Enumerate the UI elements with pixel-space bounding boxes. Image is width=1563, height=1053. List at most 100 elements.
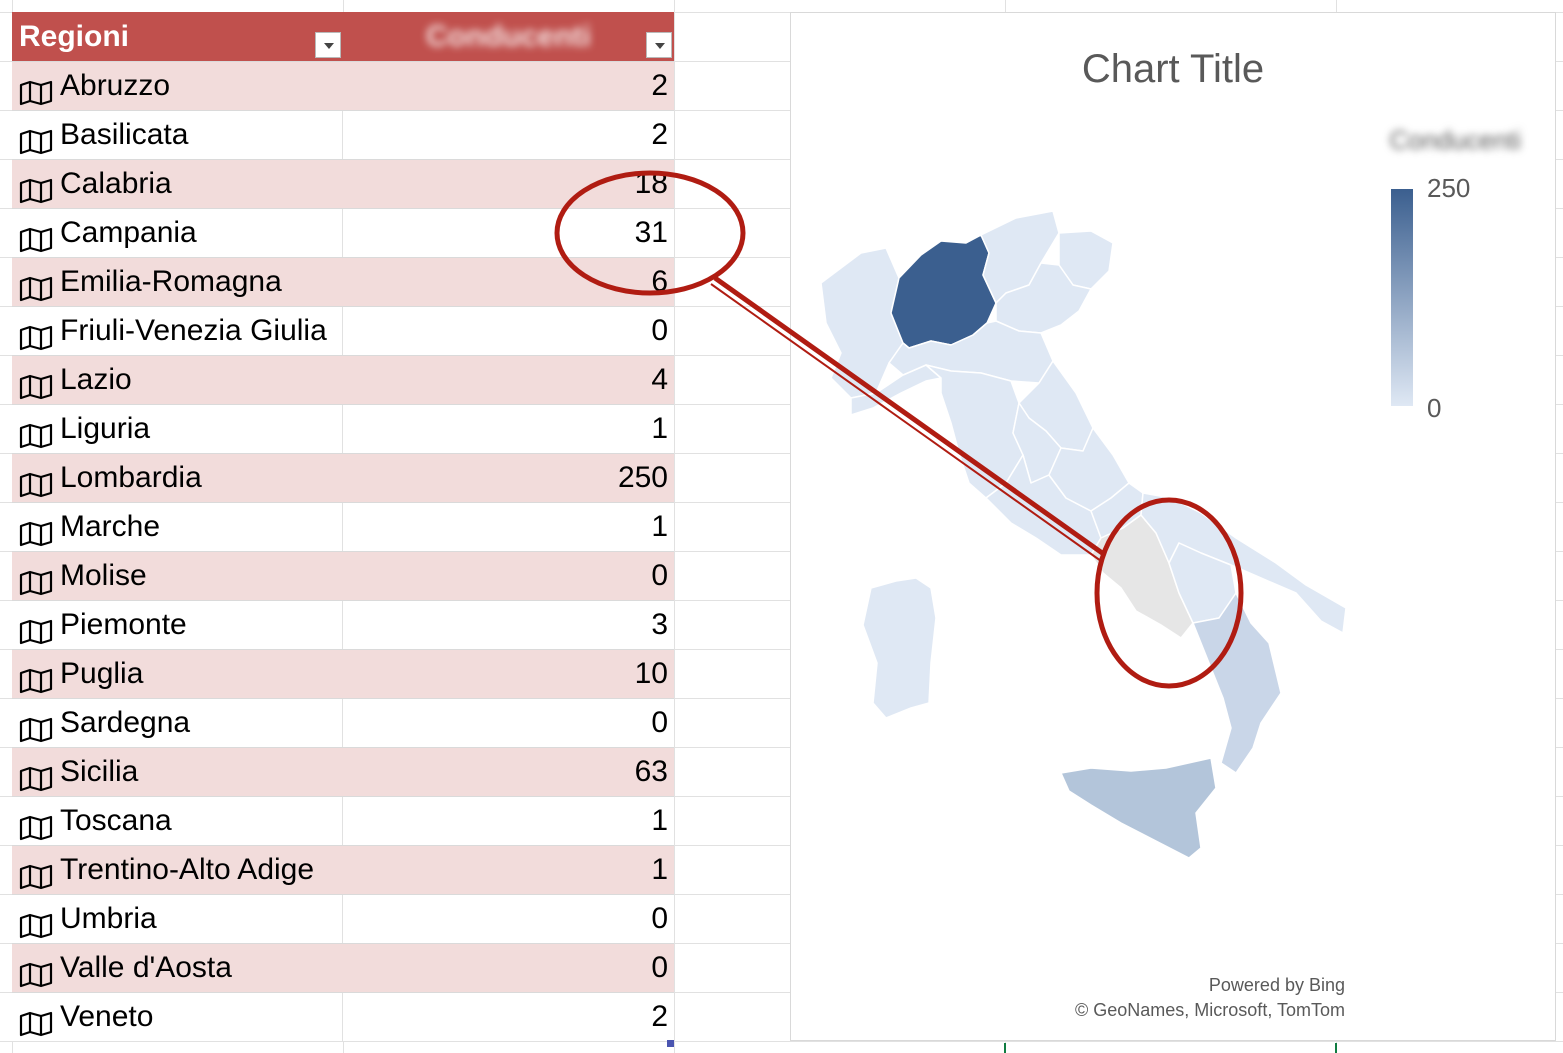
value-cell[interactable]: 10 xyxy=(343,650,674,698)
table-row[interactable]: Sardegna 0 xyxy=(12,698,674,747)
region-cell[interactable]: Toscana xyxy=(12,797,343,845)
value-cell[interactable]: 0 xyxy=(343,699,674,747)
region-cell[interactable]: Lombardia xyxy=(12,454,343,502)
region-cell[interactable]: Marche xyxy=(12,503,343,551)
region-cell[interactable]: Molise xyxy=(12,552,343,600)
region-cell[interactable]: Friuli-Venezia Giulia xyxy=(12,307,343,355)
value-cell[interactable]: 18 xyxy=(343,160,674,208)
table-row[interactable]: Trentino-Alto Adige 1 xyxy=(12,845,674,894)
region-calabria xyxy=(1192,592,1282,774)
value-cell[interactable]: 63 xyxy=(343,748,674,796)
map-icon xyxy=(19,269,53,302)
map-icon xyxy=(19,318,53,351)
region-cell[interactable]: Lazio xyxy=(12,356,343,404)
region-cell[interactable]: Basilicata xyxy=(12,111,343,159)
header-conducenti[interactable]: Conducenti xyxy=(343,12,674,61)
value-cell[interactable]: 3 xyxy=(343,601,674,649)
region-label: Umbria xyxy=(60,902,157,935)
table-row[interactable]: Molise 0 xyxy=(12,551,674,600)
table-row[interactable]: Liguria 1 xyxy=(12,404,674,453)
region-cell[interactable]: Trentino-Alto Adige xyxy=(12,846,343,894)
region-label: Liguria xyxy=(60,412,151,445)
attribution-sources: © GeoNames, Microsoft, TomTom xyxy=(1075,1000,1345,1020)
map-icon xyxy=(19,857,53,890)
region-cell[interactable]: Veneto xyxy=(12,993,343,1041)
table-row[interactable]: Calabria 18 xyxy=(12,159,674,208)
table-row[interactable]: Emilia-Romagna 6 xyxy=(12,257,674,306)
table-header: Regioni Conducenti xyxy=(12,12,674,61)
region-label: Valle d'Aosta xyxy=(60,951,232,984)
region-cell[interactable]: Liguria xyxy=(12,405,343,453)
value-cell[interactable]: 2 xyxy=(343,111,674,159)
map-icon xyxy=(19,122,53,155)
map-icon xyxy=(19,759,53,792)
table-row[interactable]: Marche 1 xyxy=(12,502,674,551)
value-cell[interactable]: 1 xyxy=(343,797,674,845)
region-label: Basilicata xyxy=(60,118,189,151)
legend-min-label: 0 xyxy=(1427,393,1442,423)
region-cell[interactable]: Sardegna xyxy=(12,699,343,747)
region-cell[interactable]: Campania xyxy=(12,209,343,257)
region-label: Abruzzo xyxy=(60,69,171,102)
value-cell[interactable]: 0 xyxy=(343,944,674,992)
region-sicilia xyxy=(1060,757,1217,859)
region-label: Calabria xyxy=(60,167,172,200)
value-cell[interactable]: 6 xyxy=(343,258,674,306)
region-cell[interactable]: Calabria xyxy=(12,160,343,208)
table-row[interactable]: Toscana 1 xyxy=(12,796,674,845)
table-row[interactable]: Sicilia 63 xyxy=(12,747,674,796)
region-cell[interactable]: Valle d'Aosta xyxy=(12,944,343,992)
value-cell[interactable]: 250 xyxy=(343,454,674,502)
table-row[interactable]: Lombardia 250 xyxy=(12,453,674,502)
italy-map xyxy=(820,210,1347,859)
table-row[interactable]: Puglia 10 xyxy=(12,649,674,698)
region-cell[interactable]: Umbria xyxy=(12,895,343,943)
table-row[interactable]: Lazio 4 xyxy=(12,355,674,404)
table-row[interactable]: Umbria 0 xyxy=(12,894,674,943)
map-chart[interactable]: Chart Title Conducenti 250 0 Powered by … xyxy=(790,12,1556,1041)
region-cell[interactable]: Piemonte xyxy=(12,601,343,649)
value-cell[interactable]: 0 xyxy=(343,552,674,600)
filter-dropdown-icon[interactable] xyxy=(646,32,672,58)
region-label: Sicilia xyxy=(60,755,139,788)
map-icon xyxy=(19,220,53,253)
table-row[interactable]: Friuli-Venezia Giulia 0 xyxy=(12,306,674,355)
region-label: Lazio xyxy=(60,363,132,396)
attribution-bing: Powered by Bing xyxy=(1208,975,1345,995)
table-row[interactable]: Basilicata 2 xyxy=(12,110,674,159)
map-icon xyxy=(19,906,53,939)
map-icon xyxy=(19,661,53,694)
table-row[interactable]: Veneto 2 xyxy=(12,992,674,1041)
value-cell[interactable]: 2 xyxy=(343,62,674,110)
table-row[interactable]: Piemonte 3 xyxy=(12,600,674,649)
value-cell[interactable]: 1 xyxy=(343,503,674,551)
region-cell[interactable]: Sicilia xyxy=(12,748,343,796)
region-label: Molise xyxy=(60,559,147,592)
region-cell[interactable]: Puglia xyxy=(12,650,343,698)
value-cell[interactable]: 2 xyxy=(343,993,674,1041)
table-row[interactable]: Abruzzo 2 xyxy=(12,61,674,110)
value-cell[interactable]: 31 xyxy=(343,209,674,257)
region-label: Puglia xyxy=(60,657,144,690)
table-row[interactable]: Campania 31 xyxy=(12,208,674,257)
filter-dropdown-icon[interactable] xyxy=(315,32,341,58)
chart-title[interactable]: Chart Title xyxy=(791,47,1555,92)
table-resize-handle[interactable] xyxy=(667,1040,674,1047)
region-cell[interactable]: Emilia-Romagna xyxy=(12,258,343,306)
map-icon xyxy=(19,1004,53,1037)
value-cell[interactable]: 0 xyxy=(343,307,674,355)
value-cell[interactable]: 0 xyxy=(343,895,674,943)
map-icon xyxy=(19,808,53,841)
value-cell[interactable]: 1 xyxy=(343,405,674,453)
legend-max-label: 250 xyxy=(1427,173,1471,203)
region-label: Emilia-Romagna xyxy=(60,265,282,298)
region-label: Friuli-Venezia Giulia xyxy=(60,314,327,347)
map-icon xyxy=(19,710,53,743)
value-cell[interactable]: 1 xyxy=(343,846,674,894)
value-cell[interactable]: 4 xyxy=(343,356,674,404)
header-regioni[interactable]: Regioni xyxy=(12,12,343,61)
selection-marker xyxy=(1335,1043,1337,1053)
table-row[interactable]: Valle d'Aosta 0 xyxy=(12,943,674,992)
region-label: Campania xyxy=(60,216,197,249)
region-cell[interactable]: Abruzzo xyxy=(12,62,343,110)
